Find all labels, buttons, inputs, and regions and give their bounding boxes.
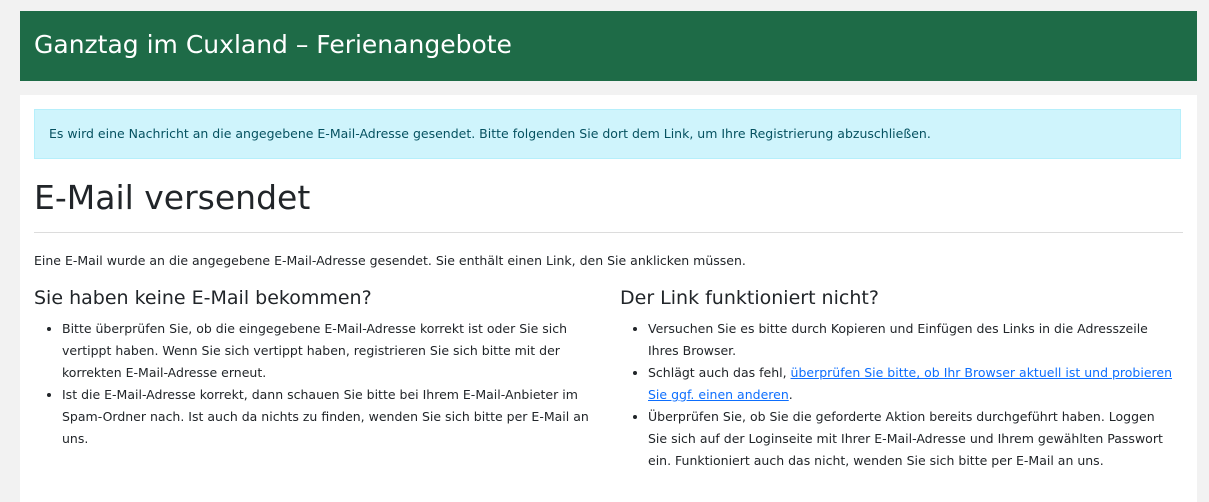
no-email-section: Sie haben keine E-Mail bekommen? Bitte ü… xyxy=(34,284,589,450)
list-item: Bitte überprüfen Sie, ob die eingegebene… xyxy=(62,318,589,384)
content-card: Es wird eine Nachricht an die angegebene… xyxy=(20,95,1197,502)
divider xyxy=(34,232,1183,233)
site-title: Ganztag im Cuxland – Ferienangebote xyxy=(34,30,512,59)
lead-text: Eine E-Mail wurde an die angegebene E-Ma… xyxy=(34,253,746,268)
no-email-list: Bitte überprüfen Sie, ob die eingegebene… xyxy=(34,318,589,450)
link-broken-list: Versuchen Sie es bitte durch Kopieren un… xyxy=(620,318,1175,472)
list-item: Versuchen Sie es bitte durch Kopieren un… xyxy=(648,318,1175,362)
list-item-prefix: Schlägt auch das fehl, xyxy=(648,365,791,380)
info-alert: Es wird eine Nachricht an die angegebene… xyxy=(34,109,1181,159)
list-item: Schlägt auch das fehl, überprüfen Sie bi… xyxy=(648,362,1175,406)
list-item: Ist die E-Mail-Adresse korrekt, dann sch… xyxy=(62,384,589,450)
page-title: E-Mail versendet xyxy=(34,178,311,217)
link-broken-section: Der Link funktioniert nicht? Versuchen S… xyxy=(620,284,1175,472)
link-broken-heading: Der Link funktioniert nicht? xyxy=(620,287,879,309)
site-header: Ganztag im Cuxland – Ferienangebote xyxy=(20,11,1197,81)
list-item: Überprüfen Sie, ob Sie die geforderte Ak… xyxy=(648,406,1175,472)
no-email-heading: Sie haben keine E-Mail bekommen? xyxy=(34,287,372,309)
list-item-suffix: . xyxy=(788,387,793,402)
